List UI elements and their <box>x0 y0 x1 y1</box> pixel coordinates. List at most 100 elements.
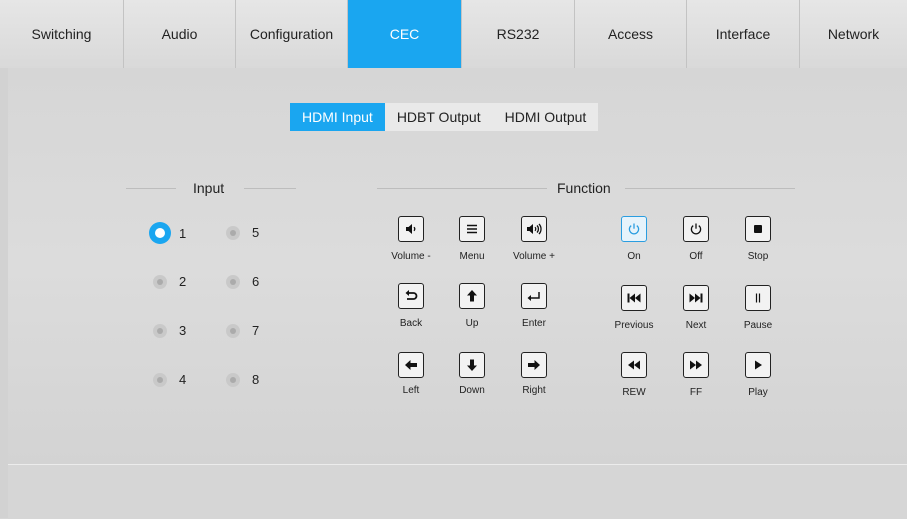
menu-button[interactable] <box>459 216 485 242</box>
up-button[interactable] <box>459 283 485 309</box>
tab-network[interactable]: Network <box>800 0 907 68</box>
previous-label: Previous <box>614 320 654 331</box>
volume-up-button[interactable] <box>521 216 547 242</box>
pause-icon <box>755 293 761 303</box>
next-label: Next <box>685 320 707 331</box>
arrow-up-icon <box>467 290 477 302</box>
radio-button[interactable] <box>153 372 167 387</box>
power-on-label: On <box>627 251 641 262</box>
enter-label: Enter <box>522 318 546 329</box>
up-label: Up <box>465 318 479 329</box>
volume-down-icon <box>406 224 416 234</box>
tab-interface[interactable]: Interface <box>687 0 800 68</box>
next-icon <box>689 293 703 303</box>
input-option-label: 2 <box>179 274 187 289</box>
back-button[interactable] <box>398 283 424 309</box>
input-option-3[interactable]: 3 <box>153 323 186 338</box>
power-on-button[interactable] <box>621 216 647 242</box>
enter-button[interactable] <box>521 283 547 309</box>
tab-label: Access <box>607 26 654 42</box>
tab-label: Switching <box>31 26 92 42</box>
left-button[interactable] <box>398 352 424 378</box>
function-section-title: Function <box>557 180 611 196</box>
tab-label: Audio <box>161 26 198 42</box>
radio-button[interactable] <box>153 323 167 338</box>
main-tab-bar: Switching Audio Configuration CEC RS232 … <box>0 0 907 69</box>
tab-rs232[interactable]: RS232 <box>462 0 575 68</box>
down-button[interactable] <box>459 352 485 378</box>
power-on-icon <box>628 223 640 235</box>
back-label: Back <box>399 318 423 329</box>
radio-button[interactable] <box>226 274 240 289</box>
back-icon <box>405 290 418 300</box>
pause-label: Pause <box>743 320 773 331</box>
tab-label: CEC <box>389 26 420 42</box>
input-option-1[interactable]: 1 <box>149 222 186 244</box>
radio-button[interactable] <box>153 274 167 289</box>
stop-icon <box>754 225 762 233</box>
fast-forward-icon <box>690 360 702 370</box>
input-title-rule-left <box>126 188 176 189</box>
tab-audio[interactable]: Audio <box>124 0 236 68</box>
radio-button[interactable] <box>226 225 240 240</box>
radio-button[interactable] <box>226 372 240 387</box>
input-option-7[interactable]: 7 <box>226 323 259 338</box>
previous-button[interactable] <box>621 285 647 311</box>
volume-up-label: Volume + <box>513 251 555 262</box>
stop-button[interactable] <box>745 216 771 242</box>
cec-subtabs: HDMI Input HDBT Output HDMI Output <box>290 103 599 131</box>
tab-cec[interactable]: CEC <box>348 0 462 68</box>
fast-forward-label: FF <box>689 387 703 398</box>
tab-switching[interactable]: Switching <box>0 0 124 68</box>
input-option-4[interactable]: 4 <box>153 372 186 387</box>
volume-down-button[interactable] <box>398 216 424 242</box>
rewind-icon <box>628 360 640 370</box>
pause-button[interactable] <box>745 285 771 311</box>
left-strip <box>0 68 8 518</box>
right-label: Right <box>522 385 546 396</box>
tab-label: Network <box>827 26 880 42</box>
input-option-label: 3 <box>179 323 187 338</box>
down-label: Down <box>459 385 485 396</box>
input-option-label: 5 <box>252 225 260 240</box>
tab-access[interactable]: Access <box>575 0 687 68</box>
volume-down-label: Volume - <box>391 251 431 262</box>
tab-label: Configuration <box>249 26 334 42</box>
tab-label: Interface <box>715 26 771 42</box>
fast-forward-button[interactable] <box>683 352 709 378</box>
input-option-5[interactable]: 5 <box>226 225 259 240</box>
arrow-right-icon <box>528 360 540 370</box>
tab-configuration[interactable]: Configuration <box>236 0 348 68</box>
next-button[interactable] <box>683 285 709 311</box>
volume-up-icon <box>527 223 542 235</box>
menu-icon <box>467 224 477 234</box>
left-label: Left <box>402 385 420 396</box>
subtab-hdbt-output[interactable]: HDBT Output <box>384 103 493 131</box>
footer-bar <box>8 464 907 519</box>
function-title-rule-left <box>377 188 547 189</box>
power-off-icon <box>690 223 702 235</box>
subtab-hdmi-input[interactable]: HDMI Input <box>290 103 385 131</box>
radio-button[interactable] <box>149 222 171 244</box>
rewind-button[interactable] <box>621 352 647 378</box>
play-label: Play <box>748 387 768 398</box>
play-button[interactable] <box>745 352 771 378</box>
previous-icon <box>627 293 641 303</box>
power-off-button[interactable] <box>683 216 709 242</box>
subtab-hdmi-output[interactable]: HDMI Output <box>492 103 599 131</box>
input-option-label: 1 <box>179 225 187 241</box>
radio-button[interactable] <box>226 323 240 338</box>
play-icon <box>755 360 762 370</box>
input-option-label: 8 <box>252 372 260 387</box>
menu-label: Menu <box>459 251 485 262</box>
right-button[interactable] <box>521 352 547 378</box>
rewind-label: REW <box>622 387 646 398</box>
input-option-8[interactable]: 8 <box>226 372 259 387</box>
input-option-label: 7 <box>252 323 260 338</box>
input-option-label: 4 <box>179 372 187 387</box>
input-title-rule-right <box>244 188 296 189</box>
input-option-6[interactable]: 6 <box>226 274 259 289</box>
input-option-2[interactable]: 2 <box>153 274 186 289</box>
enter-icon <box>527 292 540 301</box>
function-title-rule-right <box>625 188 795 189</box>
